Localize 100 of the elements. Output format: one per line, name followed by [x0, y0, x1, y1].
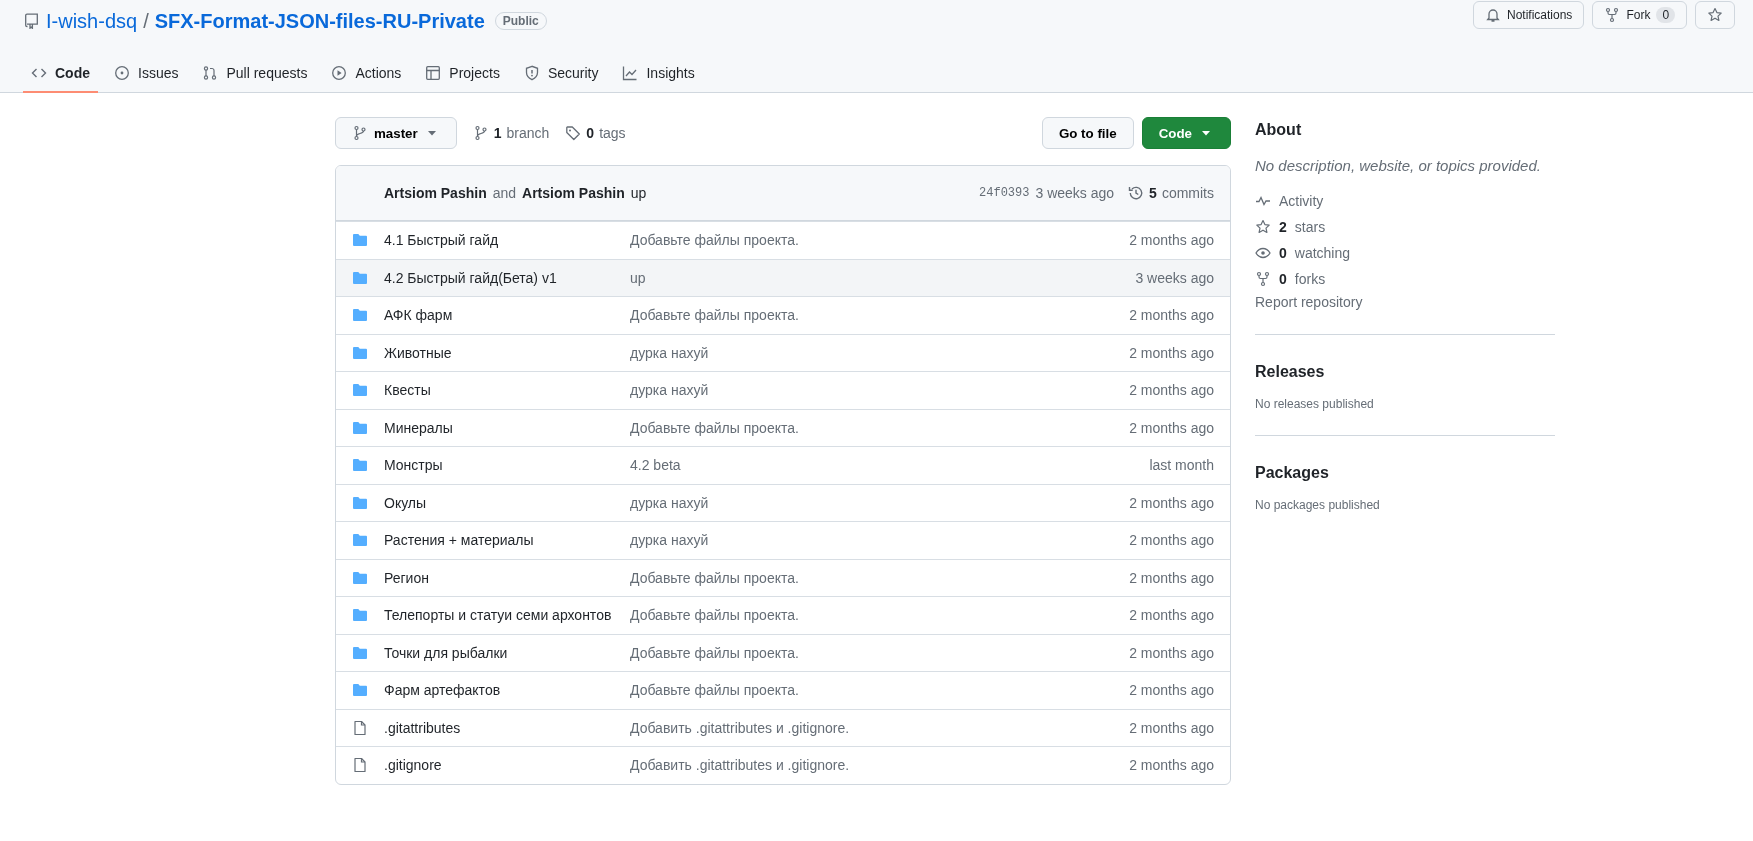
owner-link[interactable]: I-wish-dsq [46, 9, 138, 33]
file-row[interactable]: Монстры 4.2 beta last month [336, 446, 1230, 484]
commit-message-link[interactable]: up [630, 185, 647, 201]
go-to-file-button[interactable]: Go to file [1041, 117, 1134, 149]
nav-tab[interactable]: Issues [106, 54, 187, 93]
commit-time: last month [1149, 457, 1214, 474]
star-button[interactable] [1695, 1, 1736, 29]
file-row[interactable]: 4.2 Быстрый гайд(Бета) v1 up 3 weeks ago [336, 258, 1230, 296]
nav-tab[interactable]: Projects [417, 54, 508, 93]
code-button[interactable]: Code [1141, 117, 1231, 149]
file-row[interactable]: Минералы Добавьте файлы проекта. 2 months ago [336, 408, 1230, 446]
commit-message-link[interactable]: Добавьте файлы проекта. [630, 232, 1114, 249]
commit-message-link[interactable]: Добавьте файлы проекта. [630, 419, 1114, 436]
commit-message-link[interactable]: дурка нахуй [630, 344, 1114, 361]
commit-sha-link[interactable]: 24f0393 [979, 186, 1030, 200]
commit-time: 2 months ago [1129, 719, 1214, 736]
tags-link[interactable]: 0 tags [565, 125, 626, 141]
folder-icon [352, 532, 368, 549]
file-name-link[interactable]: Растения + материалы [384, 532, 614, 549]
file-name-link[interactable]: Монстры [384, 457, 614, 474]
releases-heading: Releases [1255, 362, 1326, 381]
about-heading: About [1255, 120, 1303, 139]
commit-message-link[interactable]: Добавьте файлы проекта. [630, 569, 1114, 586]
file-row[interactable]: АФК фарм Добавьте файлы проекта. 2 months ago [336, 296, 1230, 334]
shield-icon [523, 64, 540, 81]
graph-icon [622, 64, 639, 81]
branches-link[interactable]: 1 branch [472, 125, 550, 141]
commit-message-link[interactable]: Добавьте файлы проекта. [630, 607, 1114, 624]
file-row[interactable]: 4.1 Быстрый гайд Добавьте файлы проекта. 2 months ago [336, 221, 1230, 259]
nav-tab[interactable]: Code [23, 54, 98, 93]
commit-message-link[interactable]: дурка нахуй [630, 494, 1114, 511]
file-name-link[interactable]: 4.2 Быстрый гайд(Бета) v1 [384, 269, 614, 286]
folder-icon [352, 307, 368, 324]
repo-stat-link[interactable]: 2 stars [1255, 214, 1555, 240]
author-link[interactable]: Artsiom Pashin [384, 185, 487, 201]
file-row[interactable]: Точки для рыбалки Добавьте файлы проекта. 2 months ago [336, 633, 1230, 671]
table-icon [425, 64, 442, 81]
commit-message-link[interactable]: Добавьте файлы проекта. [630, 307, 1114, 324]
nav-tab[interactable]: Security [515, 54, 607, 93]
file-row[interactable]: .gitignore Добавить .gitattributes и .gitignore. 2 months ago [336, 746, 1230, 784]
file-name-link[interactable]: 4.1 Быстрый гайд [384, 232, 614, 249]
file-row[interactable]: Животные дурка нахуй 2 months ago [336, 333, 1230, 371]
commit-message-link[interactable]: Добавить .gitattributes и .gitignore. [630, 719, 1114, 736]
fork-count: 0 [1656, 7, 1676, 23]
repo-stat-link[interactable]: Activity [1255, 188, 1555, 214]
file-row[interactable]: Регион Добавьте файлы проекта. 2 months ago [336, 558, 1230, 596]
pull-request-icon [202, 64, 219, 81]
file-name-link[interactable]: Точки для рыбалки [384, 644, 614, 661]
nav-tab[interactable]: Insights [614, 54, 703, 93]
file-row[interactable]: Квесты дурка нахуй 2 months ago [336, 371, 1230, 409]
path-separator: / [143, 9, 149, 33]
author-link[interactable]: Artsiom Pashin [522, 185, 625, 201]
file-row[interactable]: Растения + материалы дурка нахуй 2 months ago [336, 521, 1230, 559]
commit-message-link[interactable]: Добавьте файлы проекта. [630, 682, 1114, 699]
file-name-link[interactable]: Фарм артефактов [384, 682, 614, 699]
commit-message-link[interactable]: 4.2 beta [630, 457, 1134, 474]
commit-time: 3 weeks ago [1135, 269, 1214, 286]
report-link[interactable]: Report repository [1255, 292, 1555, 310]
commit-message-link[interactable]: дурка нахуй [630, 382, 1114, 399]
file-row[interactable]: Фарм артефактов Добавьте файлы проекта. 2 months ago [336, 671, 1230, 709]
commit-time: 2 months ago [1129, 419, 1214, 436]
fork-icon [1604, 7, 1621, 23]
file-row[interactable]: .gitattributes Добавить .gitattributes и .gitignore. 2 months ago [336, 708, 1230, 746]
branch-select[interactable]: master [335, 117, 457, 149]
notifications-button[interactable]: Notifications [1473, 1, 1585, 29]
file-name-link[interactable]: Животные [384, 344, 614, 361]
folder-icon [352, 344, 368, 361]
commit-time: 2 months ago [1129, 757, 1214, 774]
play-icon [331, 64, 348, 81]
folder-icon [352, 644, 368, 661]
commits-link[interactable]: 5 commits [1128, 185, 1214, 201]
file-name-link[interactable]: Регион [384, 569, 614, 586]
commit-message-link[interactable]: up [630, 269, 1120, 286]
commit-time: 2 months ago [1129, 307, 1214, 324]
fork-button[interactable]: Fork 0 [1592, 1, 1688, 29]
file-name-link[interactable]: Квесты [384, 382, 614, 399]
commit-message-link[interactable]: дурка нахуй [630, 532, 1114, 549]
file-row[interactable]: Окулы дурка нахуй 2 months ago [336, 483, 1230, 521]
star-icon [1707, 7, 1724, 23]
file-name-link[interactable]: Телепорты и статуи семи архонтов [384, 607, 614, 624]
nav-tab[interactable]: Pull requests [194, 54, 316, 93]
commit-time: 2 months ago [1129, 532, 1214, 549]
commit-time: 2 months ago [1129, 682, 1214, 699]
commit-time: 2 months ago [1129, 494, 1214, 511]
file-name-link[interactable]: .gitignore [384, 757, 614, 774]
nav-tab[interactable]: Actions [323, 54, 410, 93]
file-name-link[interactable]: Окулы [384, 494, 614, 511]
circle-dot-icon [114, 64, 130, 81]
file-name-link[interactable]: Минералы [384, 419, 614, 436]
folder-icon [352, 382, 368, 399]
commit-message-link[interactable]: Добавьте файлы проекта. [630, 644, 1114, 661]
file-name-link[interactable]: АФК фарм [384, 307, 614, 324]
commit-time: 2 months ago [1129, 607, 1214, 624]
repo-stat-link[interactable]: 0 forks [1255, 266, 1555, 292]
file-row[interactable]: Телепорты и статуи семи архонтов Добавьте файлы проекта. 2 months ago [336, 596, 1230, 634]
repo-name-link[interactable]: SFX-Format-JSON-files-RU-Private [154, 9, 485, 33]
file-name-link[interactable]: .gitattributes [384, 719, 614, 736]
commit-message-link[interactable]: Добавить .gitattributes и .gitignore. [630, 757, 1114, 774]
repo-stat-link[interactable]: 0 watching [1255, 240, 1555, 266]
description-text: No description, website, or topics provided. [1255, 157, 1542, 174]
